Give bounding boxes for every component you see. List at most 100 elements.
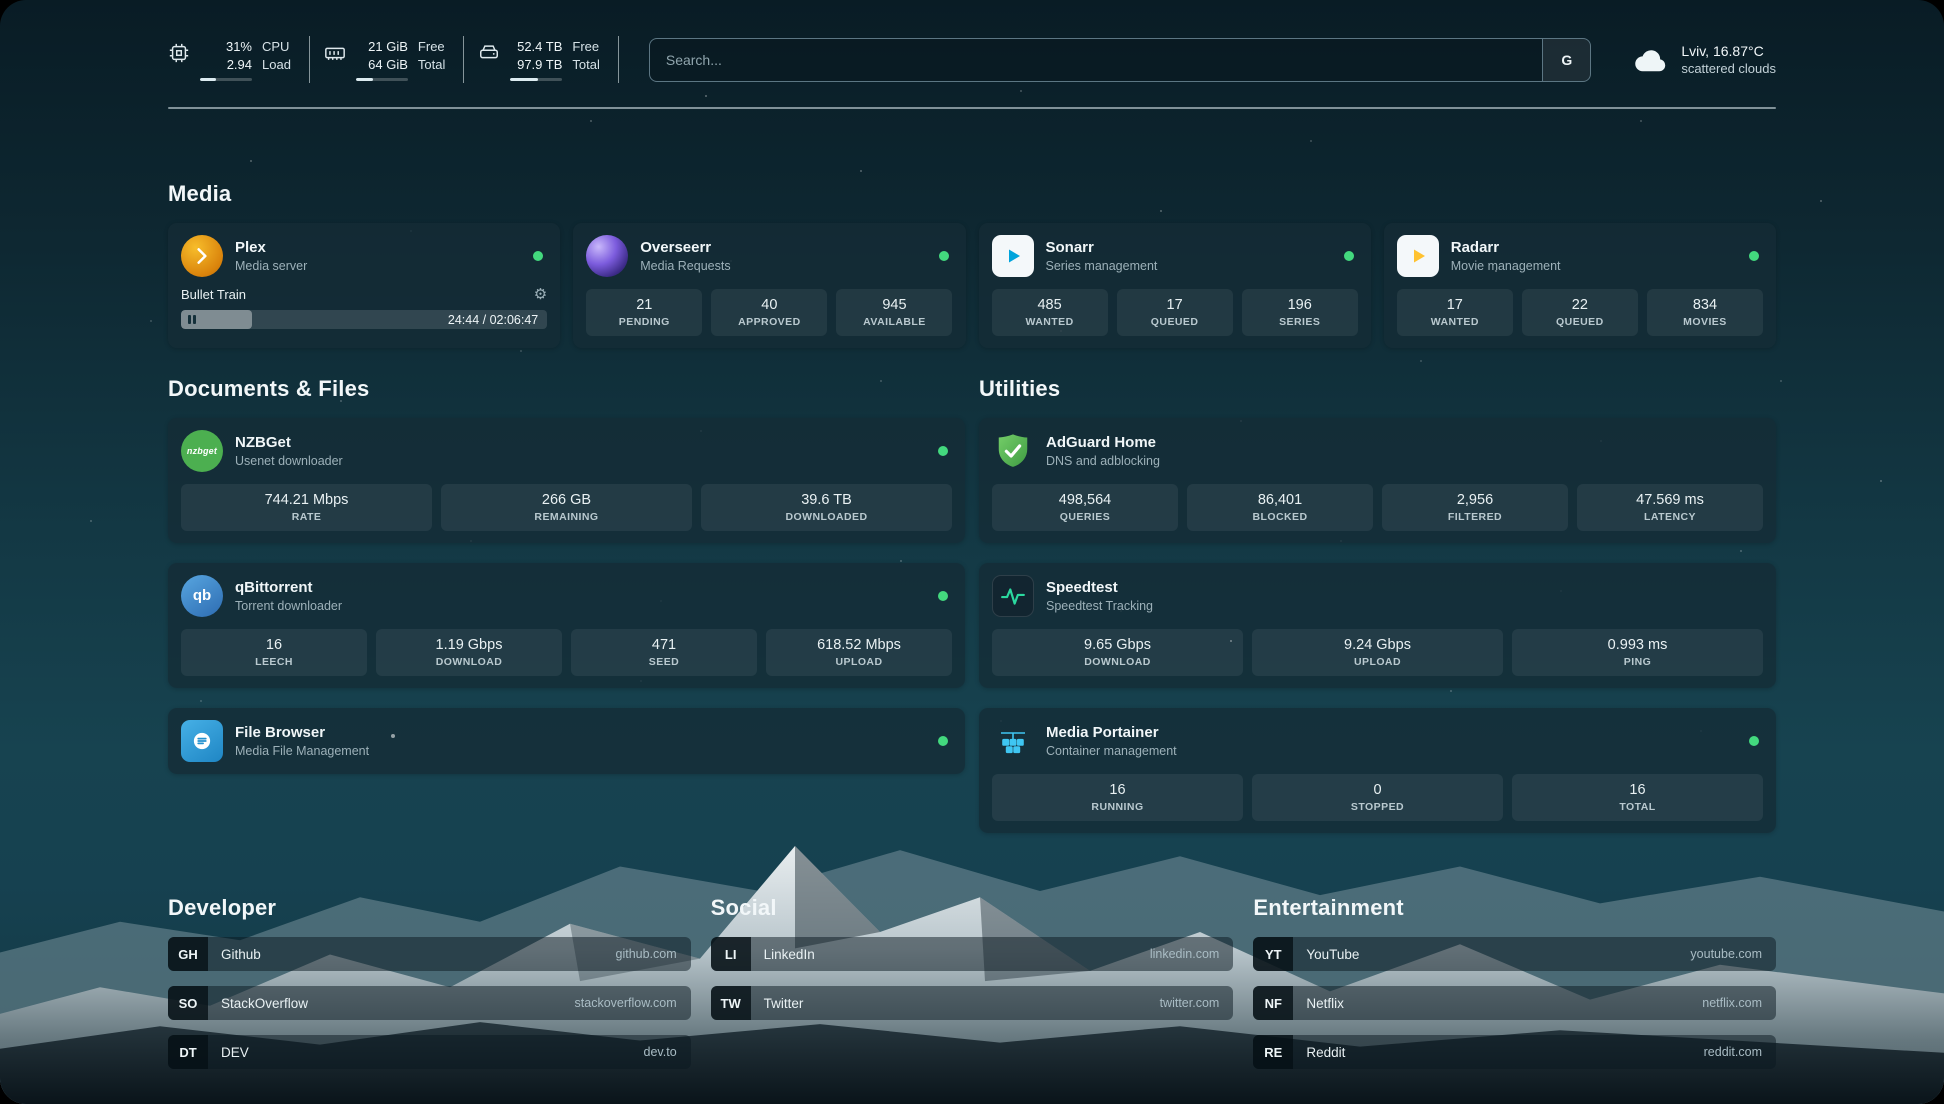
service-name: NZBGet — [235, 434, 926, 451]
filebrowser-icon — [181, 720, 223, 762]
bookmark-linkedin[interactable]: LI LinkedIn linkedin.com — [711, 937, 1234, 971]
section-title-developer: Developer — [168, 895, 691, 921]
section-documents: Documents & Files nzbget NZBGet Usenet d… — [168, 376, 965, 833]
stat-queries: 498,564QUERIES — [992, 484, 1178, 531]
stat-download: 9.65 GbpsDOWNLOAD — [992, 629, 1243, 676]
disk-label-top: Free — [572, 38, 599, 56]
service-card-plex[interactable]: Plex Media server Bullet Train ⚙ — [168, 223, 560, 348]
stat-queued: 17QUEUED — [1117, 289, 1233, 336]
status-online-dot — [938, 736, 948, 746]
cpu-label-top: CPU — [262, 38, 291, 56]
service-name: Sonarr — [1046, 239, 1332, 256]
stat-seed: 471SEED — [571, 629, 757, 676]
bookmark-url: netflix.com — [1702, 996, 1762, 1010]
disk-label-bottom: Total — [572, 56, 599, 74]
bookmark-dev[interactable]: DT DEV dev.to — [168, 1035, 691, 1069]
portainer-icon — [992, 720, 1034, 762]
bookmark-netflix[interactable]: NF Netflix netflix.com — [1253, 986, 1776, 1020]
pause-icon[interactable] — [188, 315, 196, 324]
bookmark-twitter[interactable]: TW Twitter twitter.com — [711, 986, 1234, 1020]
memory-widget: 21 GiB 64 GiB Free Total — [310, 36, 464, 83]
service-card-portainer[interactable]: Media Portainer Container management 16R… — [979, 708, 1776, 833]
bookmark-github[interactable]: GH Github github.com — [168, 937, 691, 971]
stat-download: 1.19 GbpsDOWNLOAD — [376, 629, 562, 676]
cpu-progress-bar — [200, 78, 252, 81]
search-provider-button[interactable]: G — [1542, 39, 1590, 81]
bookmark-abbr: SO — [168, 986, 208, 1020]
service-description: Media server — [235, 259, 521, 273]
adguard-icon — [992, 430, 1034, 472]
service-name: Radarr — [1451, 239, 1737, 256]
cloud-icon — [1633, 46, 1669, 74]
service-name: Plex — [235, 239, 521, 256]
bookmark-group-social: Social LI LinkedIn linkedin.com TW Twitt… — [711, 895, 1234, 1069]
service-card-overseerr[interactable]: Overseerr Media Requests 21PENDING 40APP… — [573, 223, 965, 348]
service-card-nzbget[interactable]: nzbget NZBGet Usenet downloader 744.21 M… — [168, 418, 965, 543]
stat-series: 196SERIES — [1242, 289, 1358, 336]
top-bar: 31% 2.94 CPU Load — [168, 0, 1776, 83]
bookmark-name: LinkedIn — [764, 947, 815, 962]
stat-wanted: 17WANTED — [1397, 289, 1513, 336]
stat-running: 16RUNNING — [992, 774, 1243, 821]
speedtest-icon — [992, 575, 1034, 617]
stat-queued: 22QUEUED — [1522, 289, 1638, 336]
status-online-dot — [939, 251, 949, 261]
nzbget-icon: nzbget — [181, 430, 223, 472]
section-title-social: Social — [711, 895, 1234, 921]
search-bar[interactable]: G — [649, 38, 1591, 82]
service-name: AdGuard Home — [1046, 434, 1763, 451]
header-divider — [168, 107, 1776, 109]
stat-stopped: 0STOPPED — [1252, 774, 1503, 821]
service-name: Speedtest — [1046, 579, 1763, 596]
service-card-speedtest[interactable]: Speedtest Speedtest Tracking 9.65 GbpsDO… — [979, 563, 1776, 688]
bookmark-url: github.com — [616, 947, 677, 961]
service-card-adguard[interactable]: AdGuard Home DNS and adblocking 498,564Q… — [979, 418, 1776, 543]
service-card-filebrowser[interactable]: File Browser Media File Management — [168, 708, 965, 774]
service-description: Movie management — [1451, 259, 1737, 273]
stat-blocked: 86,401BLOCKED — [1187, 484, 1373, 531]
bookmark-reddit[interactable]: RE Reddit reddit.com — [1253, 1035, 1776, 1069]
radarr-icon — [1397, 235, 1439, 277]
bookmark-abbr: NF — [1253, 986, 1293, 1020]
status-online-dot — [1749, 736, 1759, 746]
resource-widgets: 31% 2.94 CPU Load — [168, 36, 619, 83]
bookmark-group-developer: Developer GH Github github.com SO StackO… — [168, 895, 691, 1069]
disk-progress-bar — [510, 78, 562, 81]
bookmark-url: reddit.com — [1704, 1045, 1762, 1059]
bookmark-youtube[interactable]: YT YouTube youtube.com — [1253, 937, 1776, 971]
bookmark-stackoverflow[interactable]: SO StackOverflow stackoverflow.com — [168, 986, 691, 1020]
bookmark-abbr: RE — [1253, 1035, 1293, 1069]
bookmark-name: StackOverflow — [221, 996, 308, 1011]
weather-widget[interactable]: Lviv, 16.87°C scattered clouds — [1633, 43, 1776, 76]
bookmark-abbr: TW — [711, 986, 751, 1020]
status-online-dot — [938, 446, 948, 456]
stat-ping: 0.993 msPING — [1512, 629, 1763, 676]
stat-latency: 47.569 msLATENCY — [1577, 484, 1763, 531]
stat-leech: 16LEECH — [181, 629, 367, 676]
qbittorrent-icon: qb — [181, 575, 223, 617]
service-card-sonarr[interactable]: Sonarr Series management 485WANTED 17QUE… — [979, 223, 1371, 348]
stat-available: 945AVAILABLE — [836, 289, 952, 336]
memory-icon — [324, 42, 346, 64]
service-name: Overseerr — [640, 239, 926, 256]
bookmark-url: linkedin.com — [1150, 947, 1219, 961]
service-description: Torrent downloader — [235, 599, 926, 613]
section-title-entertainment: Entertainment — [1253, 895, 1776, 921]
bookmark-name: Reddit — [1306, 1045, 1345, 1060]
section-title-documents: Documents & Files — [168, 376, 965, 402]
service-description: DNS and adblocking — [1046, 454, 1763, 468]
stat-remaining: 266 GBREMAINING — [441, 484, 692, 531]
memory-progress-bar — [356, 78, 408, 81]
settings-gear-icon[interactable]: ⚙ — [534, 287, 547, 302]
bookmark-abbr: LI — [711, 937, 751, 971]
sonarr-icon — [992, 235, 1034, 277]
service-description: Media File Management — [235, 744, 926, 758]
service-card-radarr[interactable]: Radarr Movie management 17WANTED 22QUEUE… — [1384, 223, 1776, 348]
stat-downloaded: 39.6 TBDOWNLOADED — [701, 484, 952, 531]
service-card-qbittorrent[interactable]: qb qBittorrent Torrent downloader 16LEEC… — [168, 563, 965, 688]
status-online-dot — [1749, 251, 1759, 261]
snow-particles — [0, 0, 2, 2]
bookmark-name: YouTube — [1306, 947, 1359, 962]
service-name: File Browser — [235, 724, 926, 741]
search-input[interactable] — [650, 52, 1542, 68]
